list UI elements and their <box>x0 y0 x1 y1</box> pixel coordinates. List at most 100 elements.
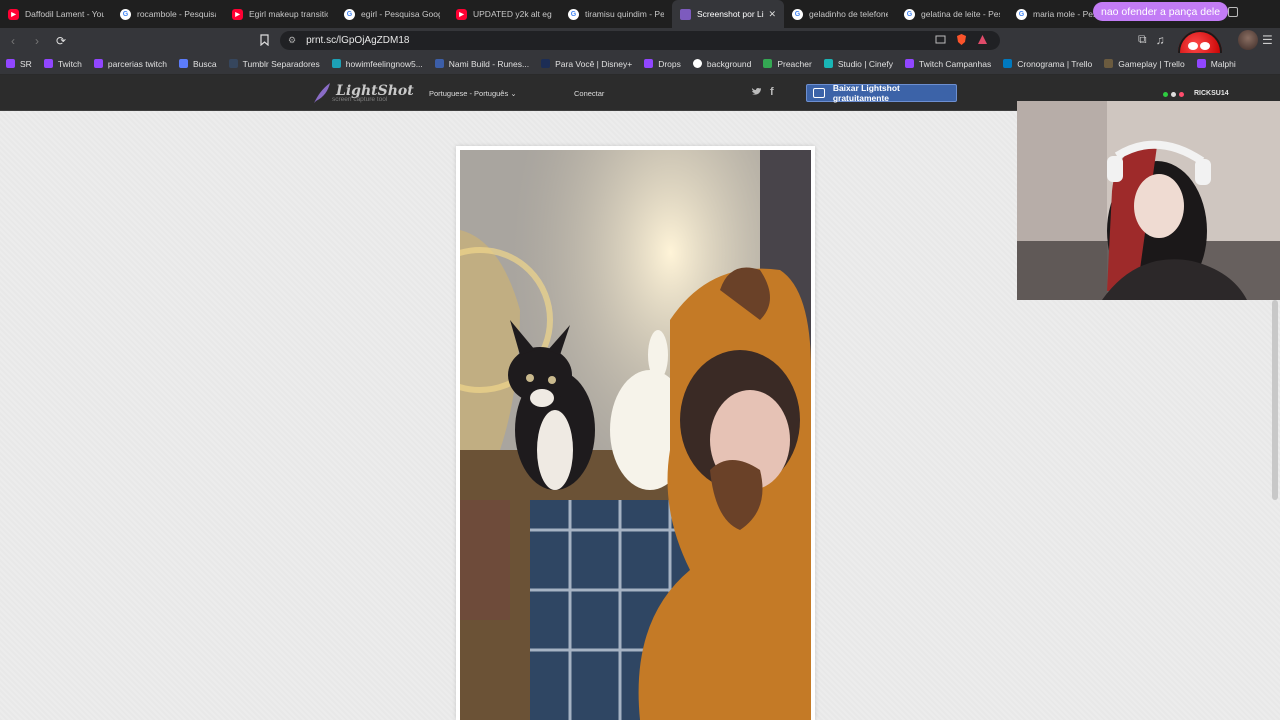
bookmark-icon[interactable] <box>258 33 270 47</box>
twitch-icon <box>904 59 914 68</box>
twitter-icon[interactable] <box>751 86 762 99</box>
youtube-icon: ▶ <box>232 8 243 20</box>
bookmark-item[interactable]: Drops <box>644 59 681 69</box>
browser-tab[interactable]: Gegirl - Pesquisa Googl <box>336 0 448 28</box>
bookmark-label: Twitch <box>57 58 82 69</box>
bookmark-item[interactable]: Para Você | Disney+ <box>541 59 632 69</box>
disney-icon <box>541 59 551 68</box>
tab-title: egirl - Pesquisa Googl <box>361 9 440 19</box>
browser-tab[interactable]: Gtiramisu quindim - Pe <box>560 0 672 28</box>
tab-title: Egirl makeup transitio <box>249 9 328 19</box>
stream-status-dots <box>1163 92 1184 97</box>
close-tab-icon[interactable]: ✕ <box>764 9 776 20</box>
bookmark-item[interactable]: parcerias twitch <box>93 58 167 69</box>
bookmark-label: Drops <box>658 58 681 69</box>
twitch-icon <box>43 59 53 68</box>
bookmark-item[interactable]: Studio | Cinefy <box>823 59 893 69</box>
browser-tab-active[interactable]: Screenshot por Li ✕ <box>672 0 784 28</box>
connect-link[interactable]: Conectar <box>574 89 604 98</box>
chevron-down-icon: ⌄ <box>510 89 517 98</box>
twitch-icon <box>1196 59 1206 68</box>
stream-username: RICKSU14 <box>1194 90 1229 97</box>
back-icon[interactable]: ‹ <box>2 30 24 52</box>
browser-tab[interactable]: Ggeladinho de telefone <box>784 0 896 28</box>
bookmark-item[interactable]: Nami Build - Runes... <box>434 58 530 69</box>
trello-icon <box>1003 59 1013 68</box>
bookmark-item[interactable]: howimfeelingnow5... <box>331 58 423 69</box>
bookmark-label: Busca <box>192 58 217 69</box>
google-icon: G <box>1016 8 1027 20</box>
download-lightshot-button[interactable]: Baixar Lightshot gratuitamente <box>806 83 957 103</box>
social-links: f <box>751 86 774 99</box>
bookmark-item[interactable]: Twitch <box>43 58 82 69</box>
download-icon <box>813 88 825 98</box>
google-icon: G <box>904 8 915 20</box>
forward-icon[interactable]: › <box>26 30 48 52</box>
bookmark-label: Tumblr Separadores <box>242 58 320 69</box>
bookmark-item[interactable]: Cronograma | Trello <box>1003 59 1092 69</box>
twitch-icon <box>6 59 15 68</box>
bookmark-label: parcerias twitch <box>107 58 167 69</box>
feather-icon <box>314 83 330 103</box>
site-settings-icon[interactable]: ⚙ <box>288 35 296 46</box>
menu-icon[interactable]: ☰ <box>1262 33 1273 47</box>
restore-window-icon[interactable] <box>1228 7 1238 17</box>
browser-tab[interactable]: ▶ UPDATED y2k alt egirl <box>448 0 560 28</box>
youtube-icon: ▶ <box>456 8 467 20</box>
extensions-icon[interactable]: ⧉ <box>1138 32 1147 47</box>
league-icon <box>434 59 444 68</box>
tumblr-icon <box>228 59 238 68</box>
browser-tab[interactable]: ▶ Daffodil Lament - You <box>0 0 112 28</box>
bookmark-label: Malphi <box>1210 58 1236 69</box>
lightshot-logo[interactable]: LightShot screen capture tool <box>312 81 414 105</box>
drive-icon <box>763 59 773 68</box>
brave-rewards-icon[interactable] <box>977 34 988 45</box>
google-icon: G <box>120 8 131 20</box>
tab-title: gelatina de leite - Pes <box>921 9 1000 19</box>
triangle-icon <box>178 59 188 68</box>
bookmark-label: Cronograma | Trello <box>1017 58 1093 69</box>
browser-tab[interactable]: ▶ Egirl makeup transitio <box>224 0 336 28</box>
lightshot-icon <box>680 8 691 20</box>
bookmark-item[interactable]: Busca <box>178 58 217 69</box>
bookmark-label: SR <box>20 58 32 69</box>
music-icon[interactable]: ♫ <box>1156 33 1165 47</box>
bookmark-label: Preacher <box>777 58 812 69</box>
google-icon: G <box>792 8 803 20</box>
bookmark-item[interactable]: Gameplay | Trello <box>1104 58 1185 69</box>
scrollbar-thumb[interactable] <box>1272 300 1278 500</box>
bookmark-item[interactable]: SR <box>6 59 32 69</box>
browser-tab[interactable]: Ggelatina de leite - Pes <box>896 0 1008 28</box>
language-select[interactable]: Portuguese - Português ⌄ <box>429 89 517 98</box>
scrollbar[interactable] <box>1271 90 1279 510</box>
bookmark-label: howimfeelingnow5... <box>345 58 423 69</box>
bookmark-item[interactable]: Twitch Campanhas <box>904 59 991 69</box>
profile-avatar[interactable] <box>1238 30 1258 50</box>
tab-title: rocambole - Pesquisa <box>137 9 216 19</box>
google-icon: G <box>344 8 355 20</box>
facebook-icon[interactable]: f <box>770 86 774 99</box>
address-bar[interactable]: ⚙ prnt.sc/lGpOjAgZDM18 <box>280 31 1000 50</box>
cast-icon[interactable] <box>935 34 946 45</box>
l-icon <box>331 59 341 68</box>
webcam-overlay <box>1017 101 1280 300</box>
google-icon <box>692 59 702 68</box>
bookmark-item[interactable]: Tumblr Separadores <box>228 58 320 69</box>
bookmark-item[interactable]: background <box>692 58 752 69</box>
tab-strip: ▶ Daffodil Lament - You Grocambole - Pesq… <box>0 0 1280 28</box>
youtube-icon: ▶ <box>8 8 19 20</box>
cinefy-icon <box>823 59 833 68</box>
tab-title: UPDATED y2k alt egirl <box>473 9 552 19</box>
browser-tab[interactable]: Grocambole - Pesquisa <box>112 0 224 28</box>
bookmark-label: Nami Build - Runes... <box>448 58 530 69</box>
bookmarks-bar: SR Twitch parcerias twitch Busca Tumblr … <box>0 53 1280 75</box>
screenshot-image[interactable] <box>460 150 811 720</box>
bookmark-label: Gameplay | Trello <box>1118 58 1185 69</box>
bookmark-item[interactable]: Preacher <box>763 59 812 69</box>
url-text: prnt.sc/lGpOjAgZDM18 <box>306 35 410 46</box>
bookmark-label: background <box>706 58 752 69</box>
reload-icon[interactable]: ⟳ <box>50 30 72 52</box>
trello-icon <box>1104 59 1114 68</box>
brave-shield-icon[interactable] <box>956 34 967 45</box>
bookmark-item[interactable]: Malphi <box>1196 58 1236 69</box>
